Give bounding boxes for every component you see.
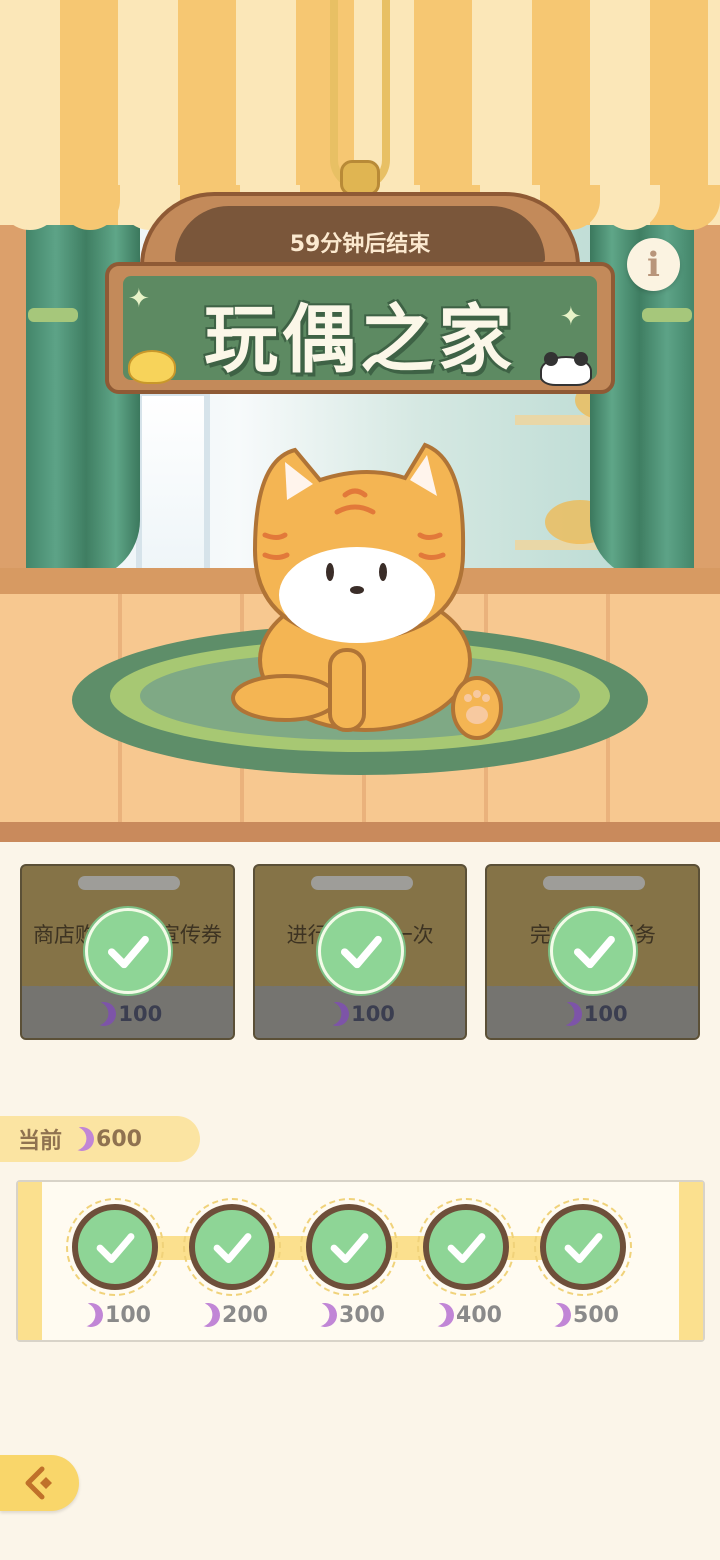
- task-card[interactable]: 完成前台任务 100: [485, 864, 701, 1040]
- moon-icon: [76, 1300, 107, 1331]
- current-value: 600: [96, 1126, 142, 1152]
- chick-doll-icon: [128, 350, 176, 384]
- back-arrow-icon: [25, 1466, 52, 1500]
- milestone-label: 300: [294, 1303, 404, 1328]
- milestone-reward[interactable]: [66, 1198, 164, 1296]
- task-list: 商店购买高级宣传券 100 进行前台取一次 100 完成前台任务 100: [20, 864, 701, 1040]
- moon-icon: [193, 1300, 224, 1331]
- milestone-reward[interactable]: [534, 1198, 632, 1296]
- panda-doll-icon: [540, 352, 592, 386]
- curtain-tie: [642, 308, 692, 322]
- check-icon: [85, 908, 171, 994]
- info-icon: i: [647, 244, 660, 285]
- check-icon: [189, 1204, 275, 1290]
- moon-icon: [427, 1300, 458, 1331]
- moon-icon: [89, 999, 120, 1030]
- moon-icon: [310, 1300, 341, 1331]
- curtain-tie: [28, 308, 78, 322]
- task-card[interactable]: 商店购买高级宣传券 100: [20, 864, 235, 1040]
- stall-post: [694, 210, 720, 590]
- event-title: 玩偶之家: [204, 297, 516, 383]
- sparkle-icon: ✦: [128, 284, 150, 314]
- check-icon: [550, 908, 637, 994]
- floor-edge: [0, 822, 720, 842]
- event-timer: 59分钟后结束: [289, 232, 431, 257]
- check-icon: [306, 1204, 392, 1290]
- milestone-label: 100: [60, 1303, 170, 1328]
- moon-icon: [554, 999, 585, 1030]
- moon-icon: [544, 1300, 575, 1331]
- moon-icon: [322, 999, 353, 1030]
- sparkle-icon: ✦: [560, 302, 582, 332]
- current-label: 当前: [18, 1129, 63, 1154]
- info-button[interactable]: i: [627, 238, 680, 291]
- task-reward: 100: [487, 1002, 698, 1026]
- task-reward: 100: [22, 1002, 233, 1026]
- milestone-reward[interactable]: [417, 1198, 515, 1296]
- moon-icon: [67, 1123, 98, 1154]
- shop-scene: 59分钟后结束 玩偶之家 ✦ ✦: [0, 0, 720, 842]
- check-icon: [72, 1204, 158, 1290]
- milestone-reward[interactable]: [183, 1198, 281, 1296]
- stall-post: [0, 210, 26, 590]
- rope-knot: [340, 160, 380, 196]
- check-icon: [317, 908, 404, 994]
- current-points: 当前 600: [0, 1116, 200, 1162]
- milestone-label: 200: [177, 1303, 287, 1328]
- back-button[interactable]: [0, 1455, 79, 1511]
- check-icon: [423, 1204, 509, 1290]
- task-reward: 100: [255, 1002, 466, 1026]
- cat-plush: [231, 442, 503, 740]
- task-card[interactable]: 进行前台取一次 100: [252, 864, 468, 1040]
- milestone-reward[interactable]: [300, 1198, 398, 1296]
- milestone-label: 500: [528, 1303, 638, 1328]
- check-icon: [540, 1204, 626, 1290]
- milestone-label: 400: [411, 1303, 521, 1328]
